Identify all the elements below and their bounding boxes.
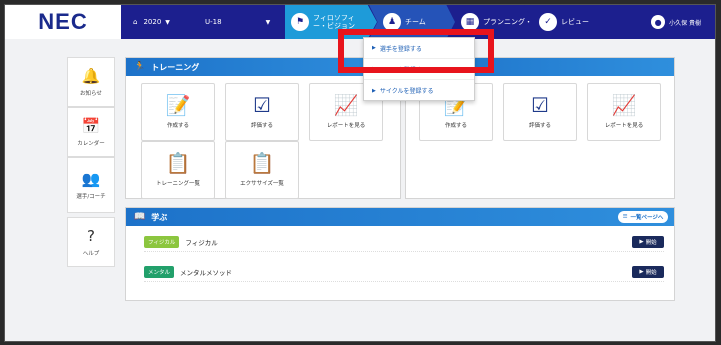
edit-document-icon: 📝 [165, 93, 191, 117]
home-icon: ⌂ [133, 18, 138, 26]
chevron-down-icon: ▼ [165, 18, 170, 26]
play-icon: ▶ [639, 239, 644, 245]
sidebar-item-label: お知らせ [80, 91, 102, 97]
learn-panel: 📖 学ぶ ☰ 一覧ページへ フィジカル フィジカル メンタル メンタルメソッド … [125, 207, 675, 301]
help-icon: ? [87, 227, 95, 245]
list-item: フィジカル フィジカル [144, 232, 664, 252]
category-value: U-18 [205, 18, 222, 26]
chevron-down-icon: ▼ [265, 18, 271, 26]
list-item: メンタル メンタルメソッド [144, 262, 664, 282]
user-icon: ● [651, 15, 666, 29]
year-select[interactable]: ⌂ 2020 ▼ [133, 13, 170, 31]
check-icon: ✓ [539, 13, 557, 31]
view-report-button-2[interactable]: 📈 レポートを見る [587, 83, 661, 141]
user-menu[interactable]: ● 小久保 貴樹 [651, 5, 701, 39]
sidebar-item-calendar[interactable]: 📅 カレンダー [67, 107, 115, 157]
start-label: 開始 [645, 240, 657, 246]
tab-label: レビュー [561, 18, 589, 26]
people-icon: 👥 [81, 170, 101, 188]
tab-review[interactable]: ✓ レビュー [525, 5, 599, 39]
learn-title: 学ぶ [151, 212, 168, 222]
chart-icon: 📈 [611, 93, 637, 117]
all-pages-button[interactable]: ☰ 一覧ページへ [618, 211, 668, 223]
highlight-box [338, 29, 494, 73]
tab-label: フィロソフィー・ビジョン [313, 14, 355, 30]
play-icon: ▶ [639, 269, 644, 275]
logo-area[interactable]: NEC [5, 5, 121, 39]
category-badge: フィジカル [144, 235, 180, 248]
menu-item-label: サイクルを登録する [379, 88, 434, 95]
card-label: レポートを見る [604, 123, 644, 129]
card-label: 作成する [444, 123, 467, 129]
card-label: 作成する [166, 123, 189, 129]
sidebar-item-label: ヘルプ [82, 251, 100, 257]
user-name: 小久保 貴樹 [669, 19, 701, 27]
start-button[interactable]: ▶ 開始 [632, 266, 664, 278]
checkbox-icon: ☑ [531, 93, 549, 117]
caret-right-icon: ▶ [372, 87, 376, 94]
clipboard-exercise-icon: 📋 [249, 151, 275, 175]
runner-icon: 🏃 [134, 62, 146, 72]
list-icon: ☰ [622, 214, 628, 220]
card-label: 評価する [250, 123, 273, 129]
start-label: 開始 [645, 270, 657, 276]
clipboard-runner-icon: 📋 [165, 151, 191, 175]
calendar-icon: 📅 [81, 117, 101, 135]
book-icon: 📖 [134, 212, 146, 222]
evaluate-training-button[interactable]: ☑ 評価する [225, 83, 299, 141]
row-label[interactable]: メンタルメソッド [180, 267, 232, 277]
exercise-list-button[interactable]: 📋 エクササイズ一覧 [225, 141, 299, 199]
checkbox-icon: ☑ [253, 93, 271, 117]
tab-label: チーム [405, 18, 426, 26]
learn-panel-header: 📖 学ぶ ☰ 一覧ページへ [126, 208, 674, 226]
chart-icon: 📈 [333, 93, 359, 117]
start-button[interactable]: ▶ 開始 [632, 236, 664, 248]
year-value: 2020 [143, 18, 162, 26]
bell-icon: 🔔 [81, 67, 101, 85]
sidebar-item-players-coaches[interactable]: 👥 選手/コーチ [67, 157, 115, 213]
create-training-button[interactable]: 📝 作成する [141, 83, 215, 141]
sidebar-item-help[interactable]: ? ヘルプ [67, 217, 115, 267]
training-list-button[interactable]: 📋 トレーニング一覧 [141, 141, 215, 199]
sidebar-item-notices[interactable]: 🔔 お知らせ [67, 57, 115, 107]
sidebar-item-label: カレンダー [77, 141, 105, 147]
card-label: エクササイズ一覧 [240, 181, 284, 187]
register-cycle-item[interactable]: ▶ サイクルを登録する [364, 80, 474, 101]
card-label: トレーニング一覧 [155, 181, 200, 187]
flag-icon: ⚑ [291, 13, 309, 31]
training-title: トレーニング [151, 62, 200, 72]
all-pages-label: 一覧ページへ [630, 215, 664, 221]
card-label: レポートを見る [326, 123, 366, 129]
app-window: NEC ⌂ 2020 ▼ U-18 ▼ ⚑ フィロソフィー・ビジョン ♟ チーム… [4, 4, 716, 342]
category-select[interactable]: U-18 ▼ [205, 13, 270, 31]
row-label[interactable]: フィジカル [185, 237, 217, 247]
card-label: 評価する [528, 123, 551, 129]
evaluate-training-button-2[interactable]: ☑ 評価する [503, 83, 577, 141]
nec-logo: NEC [38, 9, 88, 34]
sidebar-item-label: 選手/コーチ [76, 194, 106, 200]
category-badge: メンタル [144, 265, 175, 278]
